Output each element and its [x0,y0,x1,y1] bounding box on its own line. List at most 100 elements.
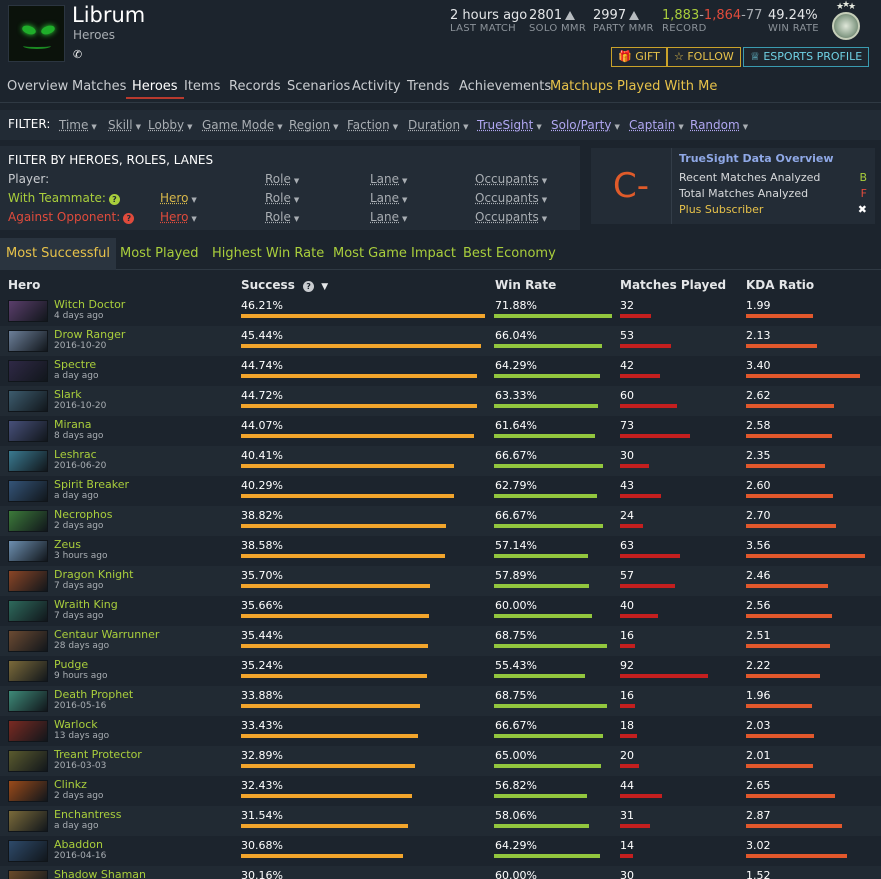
tab-best-economy[interactable]: Best Economy [463,246,556,261]
table-row[interactable]: Abaddon 2016-04-16 30.68% 64.29% 14 3.02 [0,836,881,866]
filter-time[interactable]: Time ▼ [59,118,97,132]
table-row[interactable]: Leshrac 2016-06-20 40.41% 66.67% 30 2.35 [0,446,881,476]
table-row[interactable]: Witch Doctor 4 days ago 46.21% 71.88% 32 1.99 [0,296,881,326]
phone-icon[interactable]: ✆ [73,48,82,61]
teammate-occupants-select[interactable]: Occupants ▼ [475,191,547,205]
table-row[interactable]: Centaur Warrunner 28 days ago 35.44% 68.75%… [0,626,881,656]
hero-portrait-icon[interactable] [8,600,48,622]
player-role-select[interactable]: Role ▼ [265,172,299,186]
hero-portrait-icon[interactable] [8,420,48,442]
table-row[interactable]: Slark 2016-10-20 44.72% 63.33% 60 2.62 [0,386,881,416]
filter-captain[interactable]: Captain ▼ [629,118,684,132]
tab-most-game-impact[interactable]: Most Game Impact [333,246,456,261]
filter-faction[interactable]: Faction ▼ [347,118,398,132]
hero-name[interactable]: Slark [54,388,82,401]
tab-records[interactable]: Records [229,79,281,94]
help-icon[interactable]: ? [303,281,315,292]
table-row[interactable]: Wraith King 7 days ago 35.66% 60.00% 40 2.56 [0,596,881,626]
table-row[interactable]: Pudge 9 hours ago 35.24% 55.43% 92 2.22 [0,656,881,686]
table-row[interactable]: Clinkz 2 days ago 32.43% 56.82% 44 2.65 [0,776,881,806]
table-row[interactable]: Dragon Knight 7 days ago 35.70% 57.89% 57 2.4… [0,566,881,596]
opponent-lane-select[interactable]: Lane ▼ [370,210,407,224]
tab-items[interactable]: Items [184,79,220,94]
table-row[interactable]: Enchantress a day ago 31.54% 58.06% 31 2.87 [0,806,881,836]
table-row[interactable]: Zeus 3 hours ago 38.58% 57.14% 63 3.56 [0,536,881,566]
filter-solo-party[interactable]: Solo/Party ▼ [551,118,620,132]
tab-heroes[interactable]: Heroes [126,79,184,99]
help-icon[interactable]: ? [108,194,120,205]
hero-portrait-icon[interactable] [8,810,48,832]
table-row[interactable]: Warlock 13 days ago 33.43% 66.67% 18 2.03 [0,716,881,746]
filter-truesight[interactable]: TrueSight ▼ [477,118,542,132]
esports-profile-button[interactable]: ♕ ESPORTS PROFILE [743,47,870,67]
table-row[interactable]: Spectre a day ago 44.74% 64.29% 42 3.40 [0,356,881,386]
hero-portrait-icon[interactable] [8,540,48,562]
hero-name[interactable]: Dragon Knight [54,568,133,581]
table-row[interactable]: Drow Ranger 2016-10-20 45.44% 66.04% 53 2.13 [0,326,881,356]
gift-button[interactable]: 🎁 GIFT [611,47,667,67]
hero-name[interactable]: Abaddon [54,838,103,851]
tab-trends[interactable]: Trends [407,79,449,94]
hero-name[interactable]: Centaur Warrunner [54,628,159,641]
filter-lobby[interactable]: Lobby ▼ [148,118,193,132]
tab-most-successful[interactable]: Most Successful [0,238,116,270]
filter-duration[interactable]: Duration ▼ [408,118,469,132]
hero-name[interactable]: Leshrac [54,448,97,461]
player-lane-select[interactable]: Lane ▼ [370,172,407,186]
column-success[interactable]: Success ? ▼ [241,278,328,292]
hero-name[interactable]: Drow Ranger [54,328,125,341]
player-occupants-select[interactable]: Occupants ▼ [475,172,547,186]
hero-portrait-icon[interactable] [8,390,48,412]
hero-portrait-icon[interactable] [8,690,48,712]
hero-portrait-icon[interactable] [8,660,48,682]
column-kda-ratio[interactable]: KDA Ratio [746,278,814,292]
hero-portrait-icon[interactable] [8,870,48,879]
truesight-title[interactable]: TrueSight Data Overview [679,152,834,165]
sort-desc-icon[interactable]: ▼ [321,282,328,292]
hero-name[interactable]: Necrophos [54,508,112,521]
hero-portrait-icon[interactable] [8,510,48,532]
opponent-role-select[interactable]: Role ▼ [265,210,299,224]
hero-portrait-icon[interactable] [8,750,48,772]
column-matches-played[interactable]: Matches Played [620,278,726,292]
table-row[interactable]: Necrophos 2 days ago 38.82% 66.67% 24 2.70 [0,506,881,536]
teammate-lane-select[interactable]: Lane ▼ [370,191,407,205]
hero-name[interactable]: Spirit Breaker [54,478,129,491]
hero-name[interactable]: Enchantress [54,808,121,821]
hero-name[interactable]: Zeus [54,538,81,551]
tab-scenarios[interactable]: Scenarios [287,79,350,94]
table-row[interactable]: Treant Protector 2016-03-03 32.89% 65.00% 20… [0,746,881,776]
table-row[interactable]: Death Prophet 2016-05-16 33.88% 68.75% 16 1.9… [0,686,881,716]
tab-overview[interactable]: Overview [7,79,68,94]
hero-name[interactable]: Death Prophet [54,688,133,701]
rank-medal-icon[interactable]: ★ ★ ★ [826,0,866,46]
warning-icon[interactable] [565,11,576,20]
hero-portrait-icon[interactable] [8,630,48,652]
hero-portrait-icon[interactable] [8,300,48,322]
table-row[interactable]: Shadow Shaman 30.16% 60.00% 30 1.52 [0,866,881,879]
tab-activity[interactable]: Activity [352,79,401,94]
hero-name[interactable]: Pudge [54,658,88,671]
opponent-occupants-select[interactable]: Occupants ▼ [475,210,547,224]
hero-portrait-icon[interactable] [8,330,48,352]
table-row[interactable]: Mirana 8 days ago 44.07% 61.64% 73 2.58 [0,416,881,446]
hero-portrait-icon[interactable] [8,570,48,592]
tab-achievements[interactable]: Achievements [459,79,551,94]
tab-played-with-me[interactable]: Played With Me [617,79,717,94]
teammate-hero-select[interactable]: Hero ▼ [160,191,197,205]
hero-name[interactable]: Treant Protector [54,748,142,761]
hero-name[interactable]: Mirana [54,418,92,431]
hero-name[interactable]: Clinkz [54,778,87,791]
filter-random[interactable]: Random ▼ [690,118,748,132]
close-icon[interactable]: ✖ [858,203,867,216]
follow-button[interactable]: ☆ FOLLOW [667,47,741,67]
help-icon[interactable]: ? [123,213,135,224]
avatar[interactable] [8,5,65,62]
tab-matches[interactable]: Matches [72,79,126,94]
hero-name[interactable]: Witch Doctor [54,298,125,311]
column-win-rate[interactable]: Win Rate [495,278,556,292]
filter-game-mode[interactable]: Game Mode ▼ [202,118,283,132]
hero-name[interactable]: Warlock [54,718,98,731]
hero-portrait-icon[interactable] [8,780,48,802]
filter-region[interactable]: Region ▼ [289,118,338,132]
